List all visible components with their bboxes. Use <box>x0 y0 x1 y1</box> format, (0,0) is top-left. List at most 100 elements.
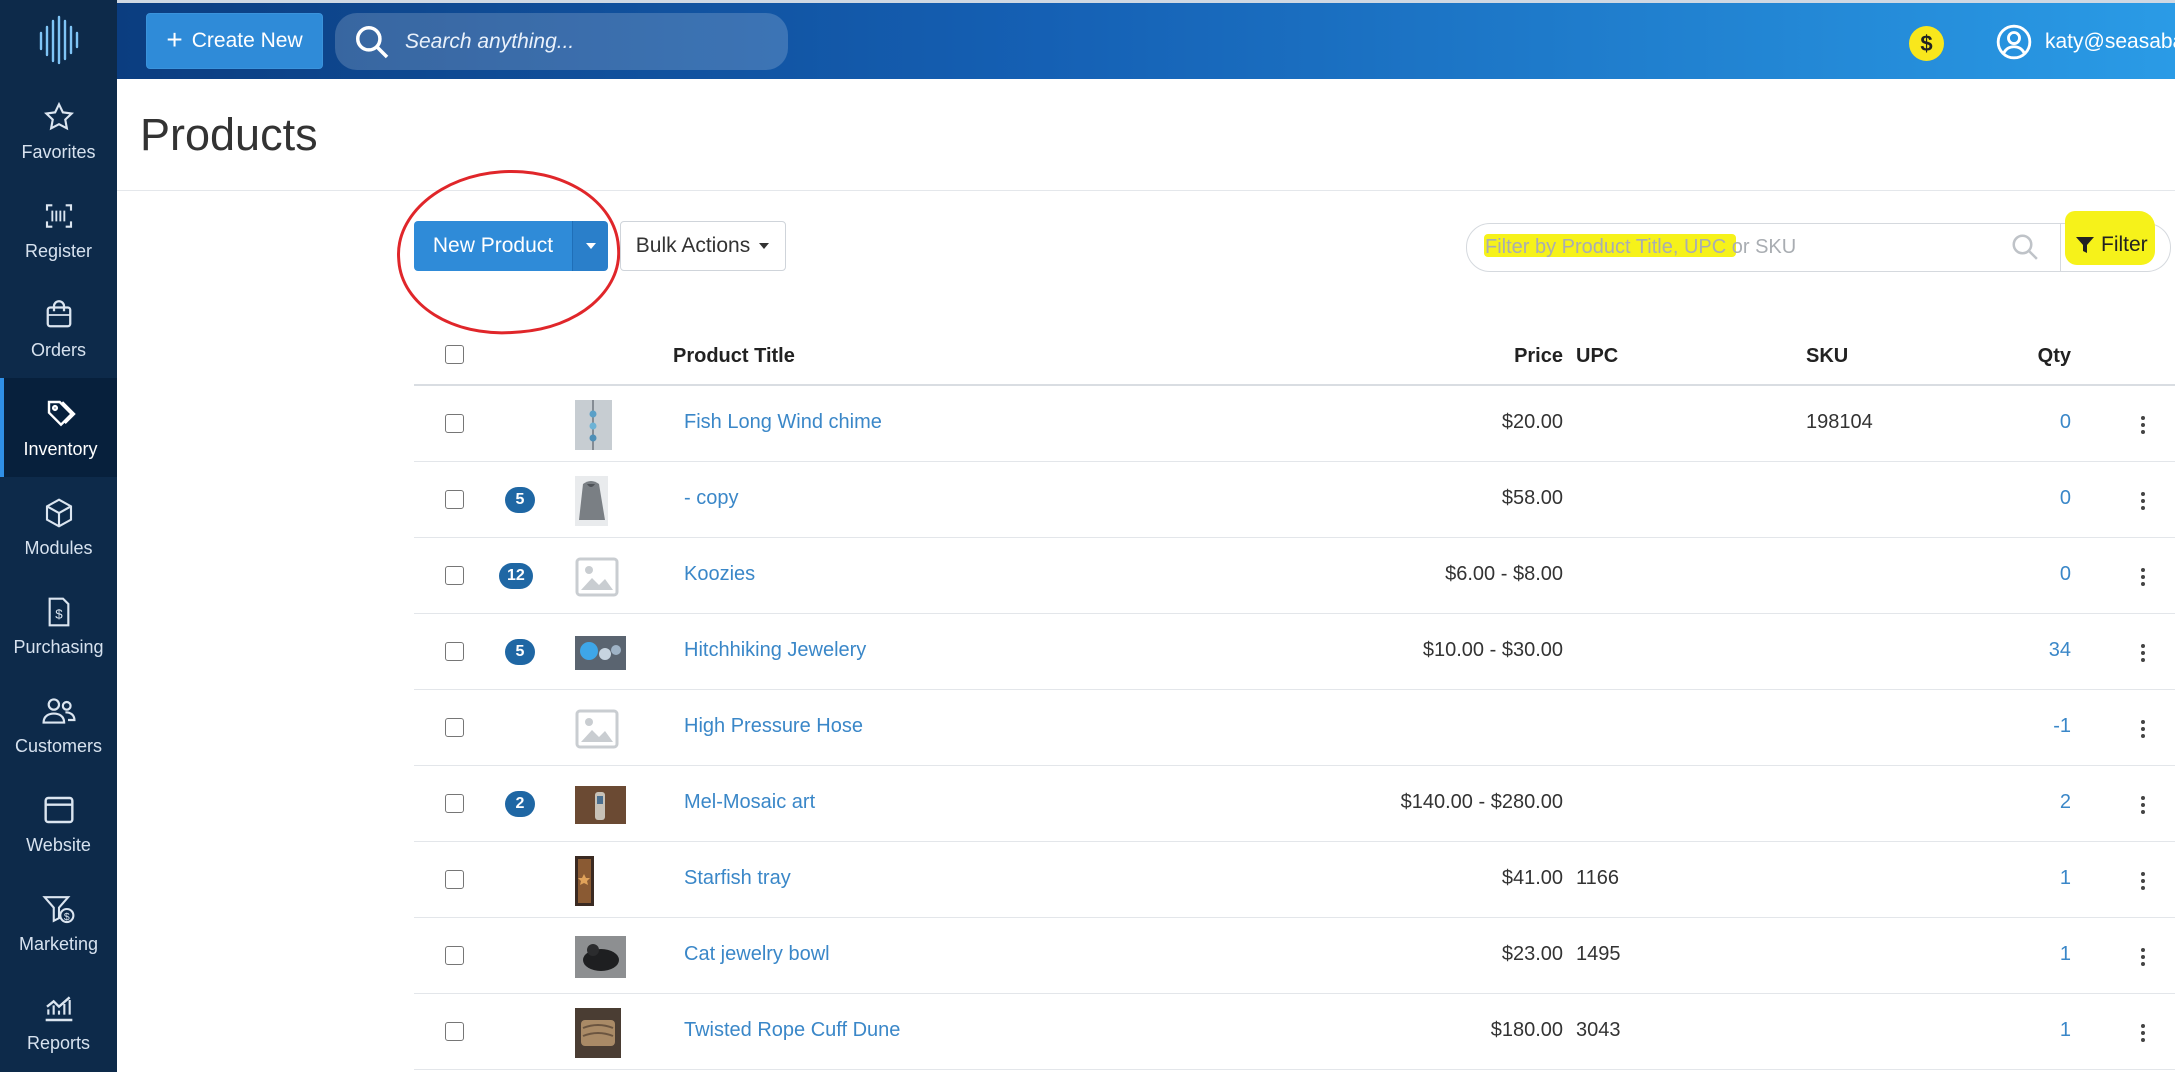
row-actions-menu-icon[interactable] <box>2133 791 2153 819</box>
product-thumbnail[interactable] <box>575 636 626 670</box>
table-row[interactable]: 12 Koozies $6.00 - $8.00 0 <box>414 538 2175 614</box>
sidebar-item-label: Purchasing <box>13 637 104 657</box>
row-actions-menu-icon[interactable] <box>2133 487 2153 515</box>
row-actions-menu-icon[interactable] <box>2133 943 2153 971</box>
column-header-title[interactable]: Product Title <box>673 345 795 368</box>
sidebar-item-label: Reports <box>26 1033 91 1053</box>
product-qty-link[interactable]: 0 <box>2060 487 2071 510</box>
filter-label: Filter <box>2101 233 2148 256</box>
column-header-sku[interactable]: SKU <box>1806 345 1848 368</box>
product-title-link[interactable]: Starfish tray <box>684 867 791 890</box>
row-checkbox[interactable] <box>445 794 464 813</box>
sidebar-item-website[interactable]: Website <box>0 774 117 873</box>
search-icon <box>356 25 389 58</box>
new-product-dropdown-toggle[interactable] <box>572 221 608 271</box>
filter-button[interactable]: Filter <box>2075 233 2148 257</box>
product-title-link[interactable]: Cat jewelry bowl <box>684 943 830 966</box>
column-header-qty[interactable]: Qty <box>2038 345 2071 368</box>
tags-icon <box>42 395 80 433</box>
product-title-link[interactable]: Twisted Rope Cuff Dune <box>684 1019 900 1042</box>
row-checkbox[interactable] <box>445 490 464 509</box>
product-thumbnail[interactable] <box>575 856 594 906</box>
search-icon[interactable] <box>2010 232 2040 262</box>
product-price: $10.00 - $30.00 <box>1422 639 1563 661</box>
table-row[interactable]: Starfish tray $41.00 1166 1 <box>414 842 2175 918</box>
product-title-link[interactable]: Koozies <box>684 563 755 586</box>
product-thumbnail[interactable] <box>575 400 612 450</box>
sidebar-item-favorites[interactable]: Favorites <box>0 81 117 180</box>
global-search[interactable] <box>335 13 788 70</box>
sidebar-item-customers[interactable]: Customers <box>0 675 117 774</box>
sidebar-item-marketing[interactable]: $ Marketing <box>0 873 117 972</box>
product-title-link[interactable]: - copy <box>684 487 738 510</box>
row-checkbox[interactable] <box>445 642 464 661</box>
product-title-link[interactable]: Hitchhiking Jewelery <box>684 639 866 662</box>
product-qty-link[interactable]: 34 <box>2049 639 2071 662</box>
row-actions-menu-icon[interactable] <box>2133 867 2153 895</box>
bulk-actions-dropdown[interactable]: Bulk Actions <box>620 221 786 271</box>
product-filter-input[interactable] <box>1485 236 1985 259</box>
create-new-label: Create New <box>191 29 303 52</box>
row-checkbox[interactable] <box>445 1022 464 1041</box>
sidebar-item-register[interactable]: Register <box>0 180 117 279</box>
global-search-input[interactable] <box>405 29 765 54</box>
sidebar-item-reports[interactable]: Reports <box>0 972 117 1071</box>
image-placeholder-icon[interactable] <box>575 704 619 754</box>
sidebar-item-inventory[interactable]: Inventory <box>0 378 117 477</box>
product-title-link[interactable]: Mel-Mosaic art <box>684 791 815 814</box>
product-qty-link[interactable]: 1 <box>2060 1019 2071 1042</box>
product-thumbnail[interactable] <box>575 1008 621 1058</box>
product-qty-link[interactable]: 1 <box>2060 867 2071 890</box>
product-thumbnail[interactable] <box>575 786 626 824</box>
row-actions-menu-icon[interactable] <box>2133 1019 2153 1047</box>
product-price: $6.00 - $8.00 <box>1445 563 1563 585</box>
product-thumbnail[interactable] <box>575 936 626 978</box>
table-row[interactable]: Cat jewelry bowl $23.00 1495 1 <box>414 918 2175 994</box>
product-qty-link[interactable]: 0 <box>2060 563 2071 586</box>
column-header-upc[interactable]: UPC <box>1576 345 1618 368</box>
select-all-checkbox[interactable] <box>445 345 464 364</box>
create-new-button[interactable]: + Create New <box>146 13 323 69</box>
row-checkbox[interactable] <box>445 414 464 433</box>
funnel-icon <box>2076 237 2094 253</box>
user-menu[interactable]: katy@seasaba <box>1995 19 2175 65</box>
product-qty-link[interactable]: 0 <box>2060 411 2071 434</box>
app-logo[interactable] <box>0 0 117 79</box>
sidebar: Favorites Register Orders Inventory Modu… <box>0 0 117 1072</box>
row-actions-menu-icon[interactable] <box>2133 563 2153 591</box>
sidebar-item-label: Website <box>26 835 91 855</box>
image-placeholder-icon[interactable] <box>575 552 619 602</box>
table-row[interactable]: 2 Mel-Mosaic art $140.00 - $280.00 2 <box>414 766 2175 842</box>
row-actions-menu-icon[interactable] <box>2133 411 2153 439</box>
browser-window-icon <box>40 791 78 829</box>
product-title-link[interactable]: Fish Long Wind chime <box>684 411 882 434</box>
product-qty-link[interactable]: -1 <box>2053 715 2071 738</box>
sidebar-item-modules[interactable]: Modules <box>0 477 117 576</box>
sidebar-item-purchasing[interactable]: $ Purchasing <box>0 576 117 675</box>
row-actions-menu-icon[interactable] <box>2133 639 2153 667</box>
sidebar-item-orders[interactable]: Orders <box>0 279 117 378</box>
variant-count-badge: 5 <box>505 639 535 665</box>
new-product-button[interactable]: New Product <box>414 221 572 271</box>
product-qty-link[interactable]: 2 <box>2060 791 2071 814</box>
row-checkbox[interactable] <box>445 946 464 965</box>
product-title-link[interactable]: High Pressure Hose <box>684 715 863 738</box>
coin-icon[interactable]: $ <box>1909 26 1944 61</box>
product-price: $180.00 <box>1490 1019 1563 1041</box>
row-checkbox[interactable] <box>445 718 464 737</box>
table-row[interactable]: Fish Long Wind chime $20.00 198104 0 <box>414 386 2175 462</box>
column-header-price[interactable]: Price <box>1514 345 1563 368</box>
row-actions-menu-icon[interactable] <box>2133 715 2153 743</box>
new-product-split-button: New Product <box>414 221 608 271</box>
row-checkbox[interactable] <box>445 566 464 585</box>
star-icon <box>40 98 78 136</box>
product-qty-link[interactable]: 1 <box>2060 943 2071 966</box>
table-row[interactable]: 5 Hitchhiking Jewelery $10.00 - $30.00 3… <box>414 614 2175 690</box>
table-header: Product Title Price UPC SKU Qty <box>414 330 2175 386</box>
table-row[interactable]: High Pressure Hose -1 <box>414 690 2175 766</box>
table-row[interactable]: 5 - copy $58.00 0 <box>414 462 2175 538</box>
row-checkbox[interactable] <box>445 870 464 889</box>
product-thumbnail[interactable] <box>575 476 608 526</box>
box-icon <box>40 494 78 532</box>
table-row[interactable]: Twisted Rope Cuff Dune $180.00 3043 1 <box>414 994 2175 1070</box>
